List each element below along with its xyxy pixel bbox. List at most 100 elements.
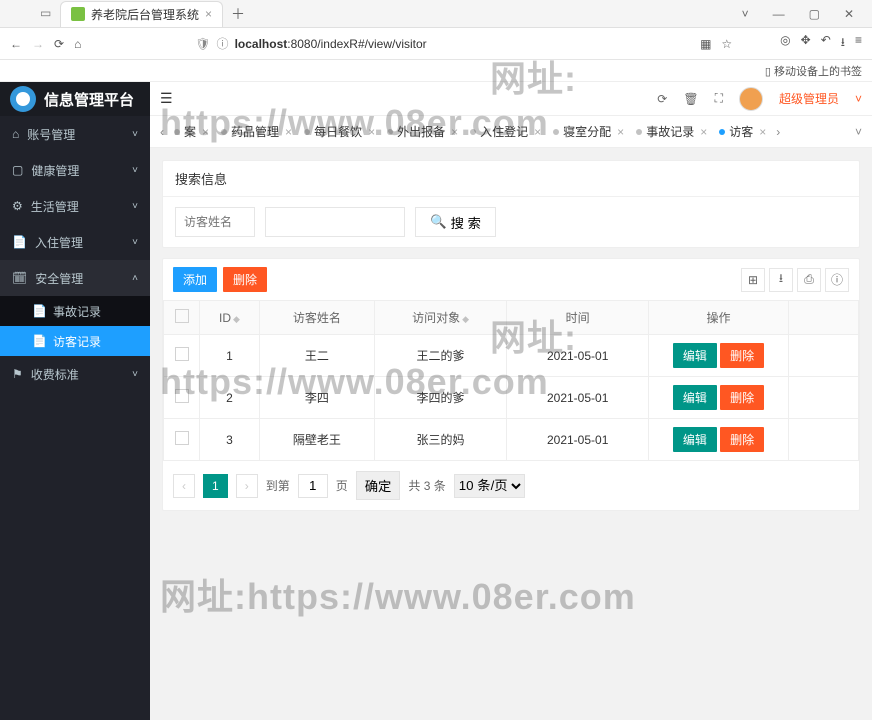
tabs-prev-icon[interactable]: ‹ [156, 125, 168, 139]
close-window-icon[interactable]: ✕ [838, 7, 860, 21]
dot-icon [304, 129, 310, 135]
select-all-checkbox[interactable] [175, 309, 189, 323]
close-icon[interactable]: × [368, 125, 375, 139]
trash-icon[interactable]: 🗑 [683, 92, 698, 106]
pagination: ‹ 1 › 到第 页 确定 共 3 条 10 条/页 [163, 461, 859, 510]
edit-button[interactable]: 编辑 [673, 427, 717, 452]
address-bar: ← → ⟳ ⌂ 🛡 ⓘ localhost:8080/indexR#/view/… [0, 28, 872, 60]
pager-confirm[interactable]: 确定 [356, 471, 401, 500]
columns-toggle-icon[interactable]: ⊞ [741, 268, 765, 292]
home-icon: ⌂ [12, 127, 19, 141]
pager-next[interactable]: › [236, 474, 258, 498]
close-icon[interactable]: × [700, 125, 707, 139]
refresh-icon[interactable]: ⟳ [657, 92, 667, 106]
tab-外出报备[interactable]: 外出报备× [381, 117, 464, 147]
user-role[interactable]: 超级管理员 [779, 90, 839, 107]
qr-icon[interactable]: ▦ [700, 37, 711, 51]
row-delete-button[interactable]: 删除 [720, 343, 764, 368]
tabs-next-icon[interactable]: › [772, 125, 784, 139]
export-icon[interactable]: ⭳ [769, 268, 793, 292]
col-target[interactable]: 访问对象 [412, 311, 460, 325]
maximize-icon[interactable]: ▢ [803, 7, 826, 21]
minimize-icon[interactable]: ― [767, 7, 791, 21]
sort-icon[interactable]: ◆ [233, 314, 240, 324]
visitor-name-input[interactable] [175, 207, 255, 237]
tab-每日餐饮[interactable]: 每日餐饮× [298, 117, 381, 147]
add-button[interactable]: 添加 [173, 267, 217, 292]
row-checkbox[interactable] [175, 347, 189, 361]
account-icon[interactable]: ◎ [780, 33, 790, 54]
toggle-sidebar-icon[interactable]: ☰ [160, 90, 173, 107]
lock-icon[interactable]: ⓘ [217, 35, 229, 52]
row-checkbox[interactable] [175, 431, 189, 445]
user-avatar[interactable] [739, 87, 763, 111]
sidebar-item-账号管理[interactable]: ⌂账号管理˅ [0, 116, 150, 152]
table-row: 3隔壁老王张三的妈2021-05-01编辑 删除 [164, 419, 859, 461]
sidebar-subitem-事故记录[interactable]: 📄事故记录 [0, 296, 150, 326]
sort-icon[interactable]: ◆ [462, 314, 469, 324]
url-box[interactable]: 🛡 ⓘ localhost:8080/indexR#/view/visitor [189, 32, 529, 56]
reload-icon[interactable]: ⟳ [54, 37, 64, 51]
pager-size-select[interactable]: 10 条/页 [454, 474, 525, 498]
tab-title: 养老院后台管理系统 [91, 6, 199, 23]
print-icon[interactable]: ⎙ [797, 268, 821, 292]
sidebar-item-入住管理[interactable]: 📄入住管理˅ [0, 224, 150, 260]
bookmark-star-icon[interactable]: ☆ [721, 37, 732, 51]
new-tab-button[interactable]: ＋ [231, 4, 245, 24]
edit-button[interactable]: 编辑 [673, 343, 717, 368]
chevron-down-icon: ˅ [132, 369, 138, 380]
delete-button[interactable]: 删除 [223, 267, 267, 292]
cell-target: 王二的爹 [374, 335, 507, 377]
save-page-icon[interactable]: ⭳ [841, 33, 845, 54]
chevron-down-icon[interactable]: ˅ [736, 7, 755, 21]
tab-事故记录[interactable]: 事故记录× [630, 117, 713, 147]
sidebar-item-安全管理[interactable]: 🗓安全管理˄ [0, 260, 150, 296]
sidebar-subitem-访客记录[interactable]: 📄访客记录 [0, 326, 150, 356]
close-icon[interactable]: × [759, 125, 766, 139]
pager-prev[interactable]: ‹ [173, 474, 195, 498]
back-icon[interactable]: ← [10, 37, 22, 51]
home-nav-icon[interactable]: ⌂ [74, 37, 81, 51]
search-extra-input[interactable] [265, 207, 405, 237]
close-icon[interactable]: × [617, 125, 624, 139]
search-button[interactable]: 🔍搜 索 [415, 207, 496, 237]
pager-page-1[interactable]: 1 [203, 474, 228, 498]
browser-tab[interactable]: 养老院后台管理系统 × [60, 1, 223, 27]
mobile-bookmarks[interactable]: ▯ 移动设备上的书签 [765, 63, 862, 79]
close-icon[interactable]: × [451, 125, 458, 139]
cell-target: 李四的爹 [374, 377, 507, 419]
shield-icon[interactable]: 🛡 [195, 37, 210, 51]
row-checkbox[interactable] [175, 389, 189, 403]
sidebar-item-生活管理[interactable]: ⚙生活管理˅ [0, 188, 150, 224]
info-icon[interactable]: ⓘ [825, 268, 849, 292]
url-host: localhost [235, 37, 288, 51]
extensions-icon[interactable]: ✥ [801, 33, 811, 54]
chevron-up-icon: ˄ [132, 273, 138, 284]
close-icon[interactable]: × [534, 125, 541, 139]
tabs-dropdown-icon[interactable]: ˅ [851, 125, 866, 139]
menu-icon[interactable]: ≡ [855, 33, 862, 54]
topbar: ☰ ⟳ 🗑 ⛶ 超级管理员 ˅ [150, 82, 872, 116]
tab-寝室分配[interactable]: 寝室分配× [547, 117, 630, 147]
tab-案[interactable]: 案× [168, 117, 215, 147]
sidebar-item-健康管理[interactable]: ▢健康管理˅ [0, 152, 150, 188]
close-icon[interactable]: × [205, 7, 212, 21]
fullscreen-icon[interactable]: ⛶ [715, 91, 723, 106]
row-delete-button[interactable]: 删除 [720, 427, 764, 452]
doc-icon: 📄 [12, 235, 27, 249]
history-icon[interactable]: ▭ [40, 6, 51, 20]
chevron-down-icon[interactable]: ˅ [855, 92, 862, 106]
col-id[interactable]: ID [219, 311, 231, 325]
edit-button[interactable]: 编辑 [673, 385, 717, 410]
row-delete-button[interactable]: 删除 [720, 385, 764, 410]
tab-访客[interactable]: 访客× [713, 117, 772, 147]
pager-page-input[interactable] [298, 474, 328, 498]
sidebar-item-收费标准[interactable]: ⚑收费标准˅ [0, 356, 150, 392]
undo-icon[interactable]: ↶ [821, 33, 831, 54]
tab-入住登记[interactable]: 入住登记× [464, 117, 547, 147]
tab-药品管理[interactable]: 药品管理× [215, 117, 298, 147]
forward-icon[interactable]: → [32, 37, 44, 51]
close-icon[interactable]: × [285, 125, 292, 139]
cell-name: 李四 [260, 377, 375, 419]
close-icon[interactable]: × [202, 125, 209, 139]
